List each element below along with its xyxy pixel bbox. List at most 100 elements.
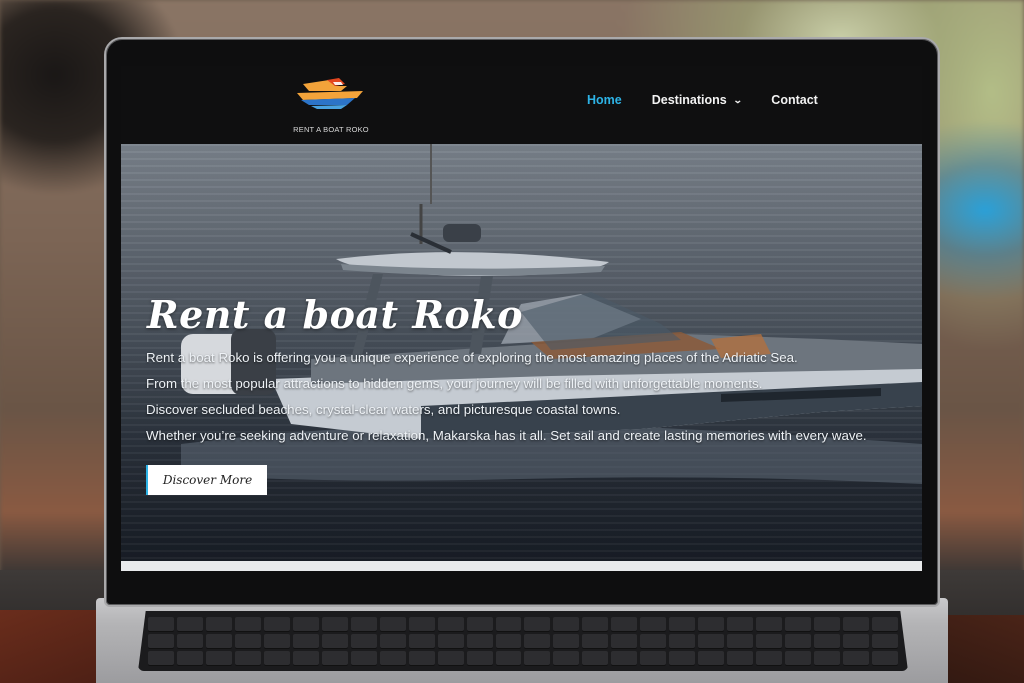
brand-name: RENT A BOAT ROKO (293, 125, 369, 134)
keyboard-key (611, 634, 638, 648)
keyboard-key (234, 651, 261, 665)
keyboard-key (553, 651, 580, 665)
laptop-screen: RENT A BOAT ROKO Home Destinations ⌄ Con… (121, 66, 922, 571)
keyboard-key (350, 634, 377, 648)
keyboard-key (495, 634, 522, 648)
keyboard-key (437, 651, 464, 665)
keyboard-key (727, 617, 754, 631)
hero-section: Rent a boat Roko Rent a boat Roko is off… (121, 144, 922, 561)
keyboard-key (698, 617, 725, 631)
keyboard-key (727, 651, 754, 665)
keyboard-key (843, 634, 870, 648)
keyboard-key (205, 617, 232, 631)
keyboard-key (611, 651, 638, 665)
hero-line: From the most popular attractions to hid… (146, 376, 763, 391)
keyboard-key (582, 651, 609, 665)
keyboard-key (756, 651, 783, 665)
keyboard-key (698, 651, 725, 665)
hero-title: Rent a boat Roko (147, 292, 523, 337)
keyboard-key (611, 617, 638, 631)
keyboard-key (553, 634, 580, 648)
keyboard-key (669, 651, 696, 665)
keyboard-key (148, 651, 174, 665)
keyboard-key (582, 617, 609, 631)
hero-description: Rent a boat Roko is offering you a uniqu… (146, 350, 916, 454)
keyboard-key (640, 634, 667, 648)
nav-destinations-label: Destinations (651, 93, 727, 107)
keyboard-key (640, 617, 667, 631)
keyboard-key (408, 617, 435, 631)
keyboard-key (263, 634, 290, 648)
page-bottom-strip (121, 561, 922, 571)
keyboard-key (466, 634, 493, 648)
chevron-down-icon: ⌄ (732, 94, 743, 105)
keyboard-key (321, 634, 348, 648)
keyboard-key (263, 651, 290, 665)
keyboard-key (408, 634, 435, 648)
speedboat-logo-icon (297, 78, 363, 109)
keyboard-key (350, 651, 377, 665)
keyboard-key (466, 651, 493, 665)
keyboard-key (843, 651, 870, 665)
keyboard-key (669, 634, 696, 648)
keyboard-key (669, 617, 696, 631)
keyboard-key (814, 617, 841, 631)
keyboard-key (785, 617, 812, 631)
keyboard-key (785, 634, 812, 648)
keyboard-key (408, 651, 435, 665)
keyboard-key (234, 617, 261, 631)
keyboard-key (756, 617, 783, 631)
nav-contact[interactable]: Contact (771, 93, 818, 107)
keyboard-key (495, 617, 522, 631)
keyboard-key (148, 634, 174, 648)
keyboard-key (379, 651, 406, 665)
keyboard-key (350, 617, 377, 631)
keyboard-key (263, 617, 290, 631)
site-header: RENT A BOAT ROKO Home Destinations ⌄ Con… (121, 66, 922, 144)
keyboard-key (756, 634, 783, 648)
hero-line: Whether you’re seeking adventure or rela… (146, 428, 867, 443)
keyboard-key (437, 634, 464, 648)
keyboard-key (321, 651, 348, 665)
keyboard-key (466, 617, 493, 631)
keyboard-key (814, 651, 841, 665)
keyboard-key (148, 617, 174, 631)
keyboard-key (727, 634, 754, 648)
hero-line: Rent a boat Roko is offering you a uniqu… (146, 350, 798, 365)
keyboard-key (524, 634, 551, 648)
keyboard-key (814, 634, 841, 648)
keyboard-key (785, 651, 812, 665)
keyboard-key (292, 651, 319, 665)
keyboard-key (379, 617, 406, 631)
brand-logo[interactable]: RENT A BOAT ROKO (281, 74, 381, 138)
keyboard-key (698, 634, 725, 648)
keyboard-key (321, 617, 348, 631)
keyboard-key (205, 634, 232, 648)
keyboard-key (437, 617, 464, 631)
nav-destinations[interactable]: Destinations ⌄ (651, 93, 743, 107)
keyboard-key (872, 634, 898, 648)
keyboard-key (205, 651, 232, 665)
laptop-keyboard (138, 611, 908, 671)
discover-more-button[interactable]: Discover More (146, 465, 267, 495)
keyboard-key (872, 651, 898, 665)
keyboard-key (379, 634, 406, 648)
keyboard-key (234, 634, 261, 648)
main-nav: Home Destinations ⌄ Contact (587, 93, 848, 107)
nav-home-label: Home (587, 93, 622, 107)
hero-line: Discover secluded beaches, crystal-clear… (146, 402, 621, 417)
keyboard-key (524, 651, 551, 665)
keyboard-key (524, 617, 551, 631)
nav-contact-label: Contact (771, 93, 818, 107)
keyboard-key (176, 617, 203, 631)
keyboard-key (553, 617, 580, 631)
keyboard-key (292, 634, 319, 648)
keyboard-key (640, 651, 667, 665)
keyboard-key (843, 617, 870, 631)
nav-home[interactable]: Home (587, 93, 622, 107)
keyboard-key (292, 617, 319, 631)
keyboard-key (176, 651, 203, 665)
keyboard-key (582, 634, 609, 648)
keyboard-key (176, 634, 203, 648)
keyboard-key (872, 617, 898, 631)
